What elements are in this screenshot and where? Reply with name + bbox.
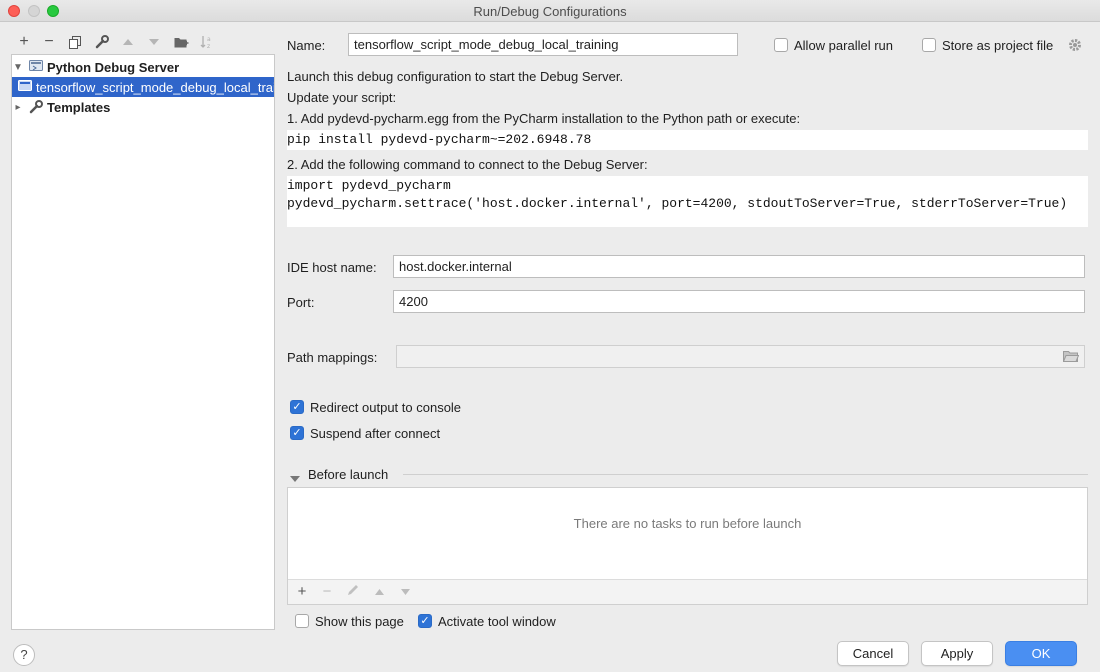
apply-button[interactable]: Apply <box>921 641 993 666</box>
edit-task-icon[interactable] <box>344 584 362 600</box>
tree-group-python-debug-server[interactable]: ▼ Python Debug Server <box>12 57 274 77</box>
move-down-icon[interactable] <box>145 33 163 51</box>
ide-host-name-label: IDE host name: <box>287 260 377 275</box>
remove-icon[interactable]: − <box>40 33 58 51</box>
info-step1-text: 1. Add pydevd-pycharm.egg from the PyCha… <box>287 111 801 126</box>
info-update-script-text: Update your script: <box>287 90 397 105</box>
port-field[interactable]: 4200 <box>393 290 1085 313</box>
settrace-code-block: import pydevd_pycharm pydevd_pycharm.sett… <box>287 176 1088 227</box>
code-line: import pydevd_pycharm <box>287 178 451 193</box>
code-line: pydevd_pycharm.settrace('host.docker.int… <box>287 196 1068 211</box>
redirect-output-label[interactable]: Redirect output to console <box>310 400 461 415</box>
remove-task-icon[interactable]: − <box>318 584 336 600</box>
name-field[interactable]: tensorflow_script_mode_debug_local_train… <box>348 33 738 56</box>
tree-group-templates[interactable]: ▸ Templates <box>12 97 274 117</box>
info-step2-text: 2. Add the following command to connect … <box>287 157 648 172</box>
new-folder-icon[interactable] <box>172 33 190 51</box>
port-label: Port: <box>287 295 315 310</box>
before-launch-task-list[interactable]: There are no tasks to run before launch … <box>287 487 1088 605</box>
activate-tool-window-checkbox[interactable]: ✓ <box>418 614 432 628</box>
suspend-after-connect-checkbox[interactable]: ✓ <box>290 426 304 440</box>
python-config-icon <box>18 79 33 95</box>
info-launch-text: Launch this debug configuration to start… <box>287 69 624 84</box>
redirect-output-checkbox[interactable]: ✓ <box>290 400 304 414</box>
code-text: pip install pydevd-pycharm~=202.6948.78 <box>287 132 592 147</box>
store-as-project-file-checkbox[interactable] <box>922 38 936 52</box>
suspend-after-connect-label[interactable]: Suspend after connect <box>310 426 440 441</box>
window-title: Run/Debug Configurations <box>473 4 627 19</box>
empty-tasks-text: There are no tasks to run before launch <box>573 516 802 531</box>
wrench-icon[interactable] <box>93 33 111 51</box>
cancel-button[interactable]: Cancel <box>837 641 909 666</box>
ok-button[interactable]: OK <box>1005 641 1077 666</box>
ide-host-name-field[interactable]: host.docker.internal <box>393 255 1085 278</box>
path-mappings-field[interactable] <box>396 345 1085 368</box>
gear-icon[interactable] <box>1068 38 1082 52</box>
move-task-down-icon[interactable] <box>396 584 414 600</box>
move-task-up-icon[interactable] <box>370 584 388 600</box>
svg-text:a: a <box>207 36 211 43</box>
python-debug-server-icon <box>28 59 44 75</box>
svg-text:z: z <box>207 43 210 49</box>
activate-tool-window-label[interactable]: Activate tool window <box>438 614 556 629</box>
pip-install-command: pip install pydevd-pycharm~=202.6948.78 <box>287 130 1088 150</box>
before-launch-toolbar: + − <box>288 579 1087 604</box>
before-launch-separator <box>403 474 1088 475</box>
allow-parallel-run-label[interactable]: Allow parallel run <box>794 38 893 53</box>
add-task-icon[interactable]: + <box>293 584 311 600</box>
show-this-page-checkbox[interactable] <box>295 614 309 628</box>
before-launch-title[interactable]: Before launch <box>308 467 388 482</box>
folder-browse-icon[interactable] <box>1062 350 1080 364</box>
wrench-icon <box>28 99 44 115</box>
title-bar: Run/Debug Configurations <box>0 0 1100 22</box>
store-as-project-file-label[interactable]: Store as project file <box>942 38 1053 53</box>
chevron-down-icon[interactable]: ▼ <box>12 62 24 73</box>
copy-icon[interactable] <box>66 33 84 51</box>
path-mappings-label: Path mappings: <box>287 350 378 365</box>
tree-item-selected-configuration[interactable]: tensorflow_script_mode_debug_local_train… <box>12 77 274 97</box>
help-button[interactable]: ? <box>13 644 35 666</box>
show-this-page-label[interactable]: Show this page <box>315 614 404 629</box>
add-icon[interactable]: + <box>15 33 33 51</box>
move-up-icon[interactable] <box>119 33 137 51</box>
allow-parallel-run-checkbox[interactable] <box>774 38 788 52</box>
sort-icon[interactable]: az <box>198 33 216 51</box>
chevron-right-icon[interactable]: ▸ <box>12 102 24 113</box>
name-label: Name: <box>287 38 326 53</box>
configuration-tree[interactable]: ▼ Python Debug Server tensorflow_script_… <box>11 54 275 630</box>
collapse-triangle-icon[interactable] <box>290 471 300 482</box>
